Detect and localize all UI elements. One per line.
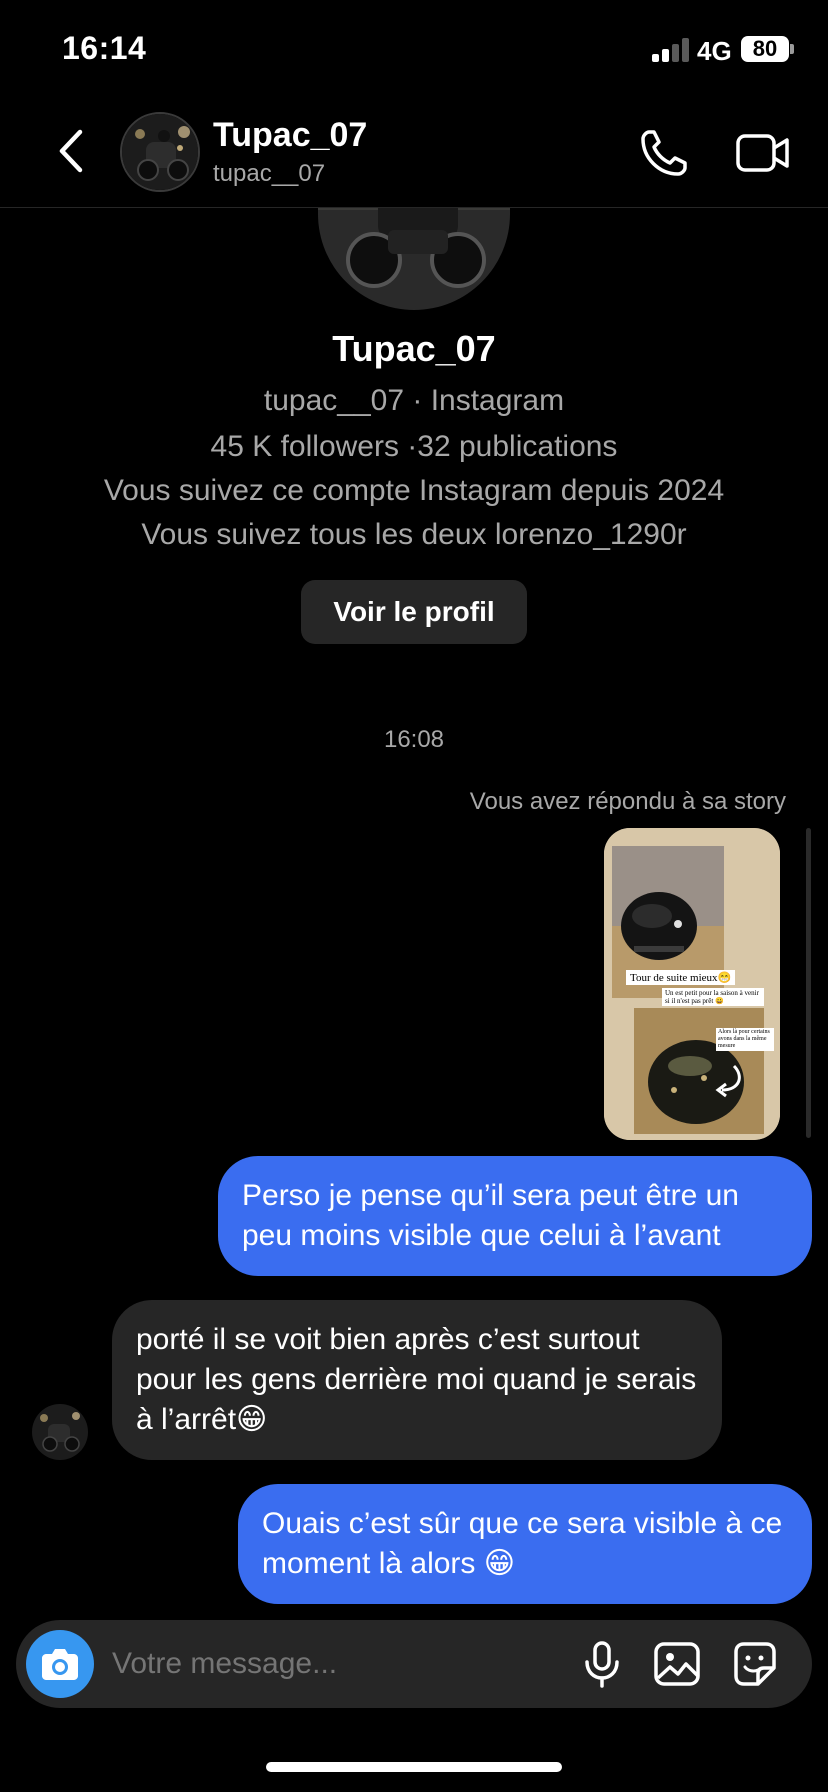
story-caption-3: Alors là pour certains avons dans la mêm… — [716, 1028, 774, 1051]
story-reply-label: Vous avez répondu à sa story — [469, 788, 786, 815]
home-indicator[interactable] — [266, 1762, 562, 1772]
gallery-button[interactable] — [652, 1640, 702, 1688]
sender-avatar[interactable] — [32, 1404, 88, 1460]
message-timestamp: 16:08 — [383, 726, 445, 753]
scrollbar[interactable] — [806, 828, 811, 1138]
profile-name: Tupac_07 — [332, 328, 496, 369]
message-bubble-outgoing[interactable]: Perso je pense qu’il sera peut être un p… — [218, 1156, 812, 1276]
avatar[interactable] — [120, 112, 200, 192]
microphone-icon — [585, 1641, 619, 1688]
profile-stats: 45 K followers ·32 publications — [210, 430, 618, 463]
sticker-icon — [734, 1642, 776, 1686]
chat-header: Tupac_07 tupac__07 — [0, 96, 828, 208]
battery-icon: 80 — [741, 36, 789, 62]
message-input[interactable] — [112, 1620, 492, 1708]
camera-icon — [42, 1649, 78, 1680]
message-bubble-outgoing[interactable]: Ouais c’est sûr que ce sera visible à ce… — [238, 1484, 812, 1604]
phone-icon — [641, 130, 687, 176]
profile-mutual: Vous suivez tous les deux lorenzo_1290r — [141, 518, 687, 551]
status-bar: 16:14 4G 80 — [0, 0, 828, 96]
audio-call-button[interactable] — [637, 126, 691, 180]
story-caption-1: Tour de suite mieux😁 — [626, 970, 736, 985]
profile-follow-since: Vous suivez ce compte Instagram depuis 2… — [103, 474, 725, 507]
chevron-left-icon — [59, 129, 83, 173]
header-name[interactable]: Tupac_07 — [213, 116, 367, 155]
header-username: tupac__07 — [213, 160, 326, 187]
network-type: 4G — [697, 36, 732, 66]
profile-username-line: tupac__07 · Instagram — [263, 384, 565, 417]
video-call-button[interactable] — [735, 128, 791, 178]
battery-cap — [790, 44, 794, 54]
message-bubble-incoming[interactable]: porté il se voit bien après c’est surtou… — [112, 1300, 722, 1460]
story-thumbnail[interactable]: Tour de suite mieux😁 Un est petit pour l… — [604, 828, 780, 1140]
voice-message-button[interactable] — [578, 1640, 626, 1688]
video-camera-icon — [736, 134, 789, 172]
battery-level: 80 — [752, 36, 778, 61]
view-profile-button[interactable]: Voir le profil — [301, 580, 527, 644]
message-composer — [16, 1620, 812, 1708]
back-button[interactable] — [48, 126, 98, 176]
image-icon — [654, 1642, 700, 1686]
status-time: 16:14 — [62, 30, 147, 66]
story-caption-2: Un est petit pour la saison à venir si i… — [662, 988, 764, 1006]
cellular-signal-icon — [652, 38, 690, 62]
camera-button[interactable] — [26, 1630, 94, 1698]
sticker-button[interactable] — [730, 1640, 780, 1688]
